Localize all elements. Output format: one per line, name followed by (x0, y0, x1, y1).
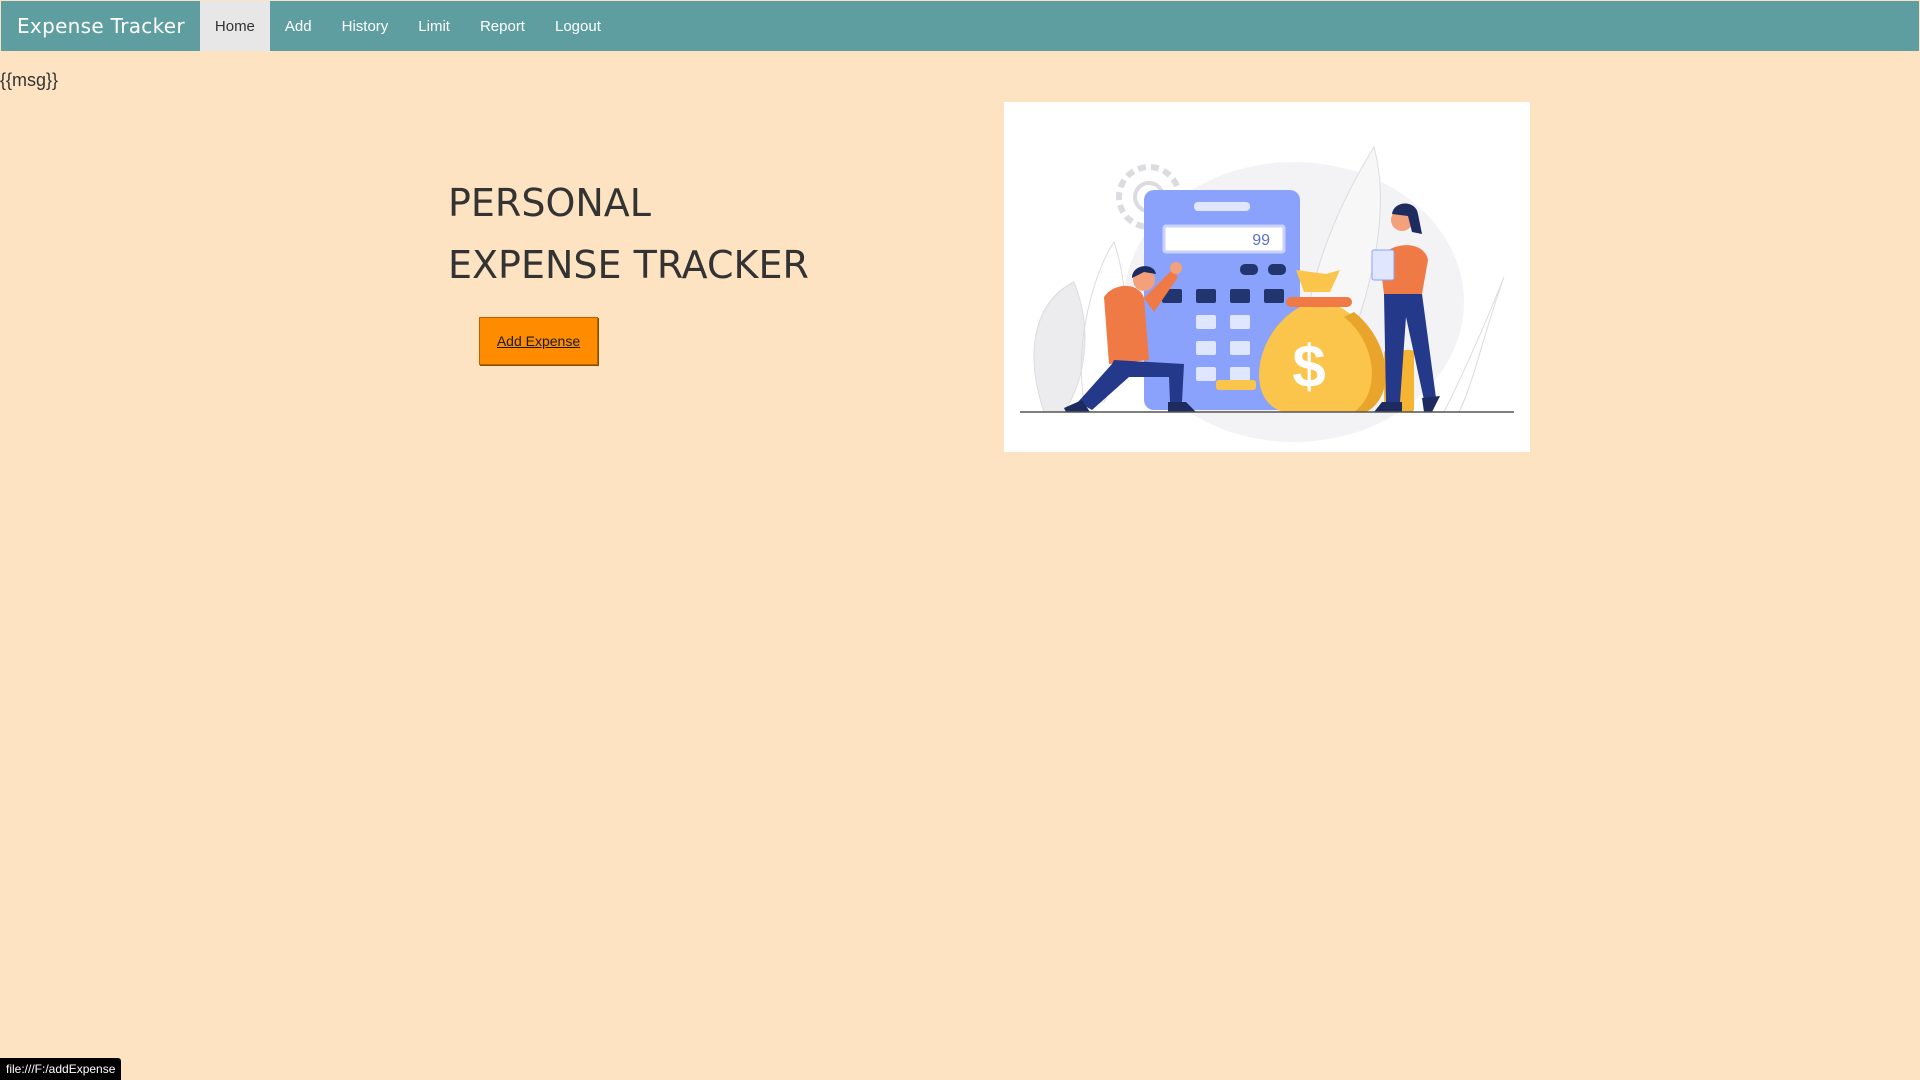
calc-key (1230, 341, 1250, 355)
hero-title: PERSONAL EXPENSE TRACKER (448, 172, 809, 296)
nav-history[interactable]: History (327, 1, 404, 51)
calculator-display-text: 99 (1252, 232, 1270, 249)
man-torso-shape (1104, 285, 1149, 364)
calc-key (1196, 315, 1216, 329)
man-hand-shape (1170, 262, 1182, 274)
finance-illustration-graphic: 99 $ (1020, 145, 1514, 442)
calculator-slot-shape (1194, 202, 1250, 211)
calc-key (1264, 289, 1284, 303)
coin-shape (1216, 380, 1256, 390)
calc-key (1230, 315, 1250, 329)
hero-illustration: 99 $ (1004, 102, 1530, 452)
calc-key (1196, 341, 1216, 355)
add-expense-button[interactable]: Add Expense (479, 317, 598, 365)
calc-key (1230, 289, 1250, 303)
hero-title-line2: EXPENSE TRACKER (448, 243, 809, 287)
calc-key (1268, 264, 1286, 275)
nav-report[interactable]: Report (465, 1, 540, 51)
nav-logout[interactable]: Logout (540, 1, 616, 51)
money-bag-tie-shape (1286, 297, 1352, 307)
nav-add[interactable]: Add (270, 1, 327, 51)
hero-title-line1: PERSONAL (448, 181, 651, 225)
add-expense-button-label: Add Expense (496, 333, 581, 349)
message-placeholder: {{msg}} (0, 70, 59, 90)
dollar-sign-icon: $ (1292, 333, 1325, 400)
calc-key (1196, 367, 1216, 381)
woman-shoe-shape (1422, 396, 1440, 412)
status-bar-url: file:///F:/addExpense (0, 1058, 122, 1080)
nav-home[interactable]: Home (199, 1, 270, 51)
calc-key (1230, 367, 1250, 381)
calc-key (1240, 264, 1258, 275)
calc-key (1196, 289, 1216, 303)
brand-logo[interactable]: Expense Tracker (1, 1, 200, 51)
nav-limit[interactable]: Limit (403, 1, 465, 51)
top-navbar: Expense Tracker Home Add History Limit R… (1, 1, 1919, 51)
clipboard-shape (1371, 249, 1395, 281)
leaf-left-shape (1033, 281, 1086, 413)
